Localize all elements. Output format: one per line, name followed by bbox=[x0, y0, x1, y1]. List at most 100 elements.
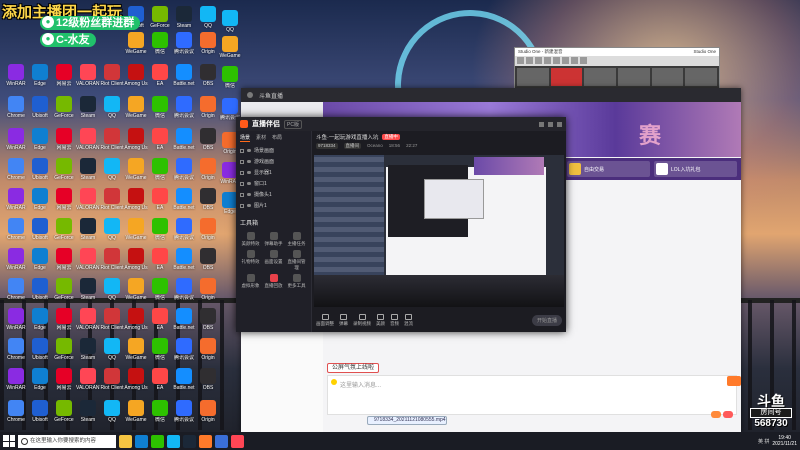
toolbox-item[interactable]: 弹幕助手 bbox=[263, 232, 284, 247]
gift-button[interactable] bbox=[723, 411, 733, 418]
desktop-icon[interactable]: 腾讯会议 bbox=[172, 338, 196, 361]
desktop-icon[interactable]: QQ bbox=[196, 6, 220, 29]
desktop-icon[interactable]: Battle.net bbox=[172, 188, 196, 211]
desktop-icon[interactable]: 微信 bbox=[148, 96, 172, 119]
taskbar-clock[interactable]: 19:40 2021/11/21 bbox=[772, 435, 797, 447]
valorant-icon[interactable] bbox=[231, 434, 244, 448]
room-title[interactable]: 斗鱼·一起玩游戏直播入坑 bbox=[316, 133, 378, 141]
mixer-channel[interactable] bbox=[517, 68, 549, 86]
desktop-icon[interactable]: Among Us bbox=[124, 308, 148, 331]
send-button[interactable] bbox=[711, 411, 721, 418]
toolbox-item[interactable]: 美颜特效 bbox=[240, 232, 261, 247]
control-button[interactable]: 音频 bbox=[390, 314, 399, 327]
desktop-icon[interactable]: 腾讯会议 bbox=[172, 32, 196, 55]
desktop-icon[interactable]: Origin bbox=[196, 338, 220, 361]
desktop-icon[interactable]: Origin bbox=[196, 32, 220, 55]
desktop-icon[interactable]: Battle.net bbox=[172, 248, 196, 271]
desktop-icon[interactable]: Ubisoft bbox=[28, 278, 52, 301]
tool-icon[interactable] bbox=[544, 57, 551, 64]
desktop-icon[interactable]: Steam bbox=[76, 96, 100, 119]
desktop-icon[interactable]: Ubisoft bbox=[28, 400, 52, 423]
desktop-icon[interactable]: WinRAR bbox=[4, 188, 28, 211]
scene-item[interactable]: 图片1 bbox=[236, 200, 311, 211]
desktop-icon[interactable]: Chrome bbox=[4, 96, 28, 119]
desktop-icon[interactable]: 腾讯会议 bbox=[172, 96, 196, 119]
scene-item[interactable]: 摄像头1 bbox=[236, 189, 311, 200]
tab-scene[interactable]: 场景 bbox=[240, 134, 251, 142]
desktop-icon[interactable]: GeForce bbox=[148, 6, 172, 29]
eye-icon[interactable] bbox=[247, 160, 251, 163]
control-button[interactable]: 美颜 bbox=[376, 314, 385, 327]
input-method-indicator[interactable]: 英 拼 bbox=[758, 438, 769, 445]
desktop-icon[interactable]: Origin bbox=[196, 278, 220, 301]
checkbox-icon[interactable] bbox=[240, 203, 244, 208]
desktop-icon[interactable]: VALORANT bbox=[76, 368, 100, 391]
desktop-icon[interactable]: Riot Client bbox=[100, 128, 124, 151]
desktop-icon[interactable]: EA bbox=[148, 308, 172, 331]
desktop-icon[interactable]: Ubisoft bbox=[28, 158, 52, 181]
scene-item[interactable]: 窗口1 bbox=[236, 178, 311, 189]
desktop-icon[interactable]: GeForce bbox=[52, 400, 76, 423]
control-button[interactable]: 画面调整 bbox=[316, 314, 334, 327]
desktop-icon[interactable]: GeForce bbox=[52, 278, 76, 301]
desktop-icon[interactable]: GeForce bbox=[52, 158, 76, 181]
desktop-icon[interactable]: Chrome bbox=[4, 158, 28, 181]
scene-item[interactable]: 显示器1 bbox=[236, 167, 311, 178]
desktop-icon[interactable]: 网易云 bbox=[52, 64, 76, 87]
desktop-icon[interactable]: Chrome bbox=[4, 338, 28, 361]
desktop-icon[interactable]: Riot Client bbox=[100, 248, 124, 271]
stream-app-titlebar[interactable]: 直播伴侣 PC版 bbox=[236, 117, 566, 131]
control-button[interactable]: 录制视频 bbox=[353, 314, 371, 327]
desktop-icon[interactable]: Steam bbox=[76, 338, 100, 361]
desktop-icon[interactable]: 网易云 bbox=[52, 128, 76, 151]
wechat-icon[interactable] bbox=[151, 434, 164, 448]
desktop-icon[interactable]: OBS bbox=[196, 248, 220, 271]
desktop-icon[interactable]: 微信 bbox=[148, 278, 172, 301]
checkbox-icon[interactable] bbox=[240, 159, 244, 164]
desktop-icon[interactable]: Chrome bbox=[4, 218, 28, 241]
desktop-icon[interactable]: Steam bbox=[76, 218, 100, 241]
desktop-icon[interactable]: VALORANT bbox=[76, 128, 100, 151]
checkbox-icon[interactable] bbox=[240, 170, 244, 175]
desktop-icon[interactable]: EA bbox=[148, 128, 172, 151]
file-explorer-icon[interactable] bbox=[119, 434, 132, 448]
desktop-icon[interactable]: Edge bbox=[28, 308, 52, 331]
desktop-icon[interactable]: Chrome bbox=[4, 278, 28, 301]
control-button[interactable]: 弹幕 bbox=[339, 314, 348, 327]
stream-app-window[interactable]: 直播伴侣 PC版 场景 素材 布局 场景画面 游戏画面 显示器1 窗口1 摄像头1 图片1… bbox=[236, 117, 566, 332]
emoji-icon[interactable] bbox=[331, 379, 337, 385]
tab-material[interactable]: 素材 bbox=[256, 134, 266, 142]
desktop-icon[interactable]: QQ bbox=[100, 96, 124, 119]
studio-one-titlebar[interactable]: Studio One - 新建混音 Studio One bbox=[515, 48, 719, 56]
desktop-icon[interactable]: Riot Client bbox=[100, 188, 124, 211]
qq-icon[interactable] bbox=[167, 434, 180, 448]
eye-icon[interactable] bbox=[247, 204, 251, 207]
desktop-icon[interactable]: Steam bbox=[76, 400, 100, 423]
desktop-icon[interactable]: OBS bbox=[196, 308, 220, 331]
tool-icon[interactable] bbox=[562, 57, 569, 64]
desktop-icon[interactable]: OBS bbox=[196, 188, 220, 211]
desktop-icon[interactable]: Riot Client bbox=[100, 368, 124, 391]
desktop-icon[interactable]: Edge bbox=[28, 368, 52, 391]
desktop-icon[interactable]: QQ bbox=[218, 10, 242, 33]
minimize-icon[interactable] bbox=[539, 121, 544, 127]
toolbox-item[interactable]: 虚拟形象 bbox=[240, 274, 261, 289]
desktop-icon[interactable]: Steam bbox=[172, 6, 196, 29]
toolbox-item[interactable]: 主播任务 bbox=[286, 232, 307, 247]
desktop-icon[interactable]: EA bbox=[148, 248, 172, 271]
desktop-icon[interactable]: WeGame bbox=[124, 32, 148, 55]
desktop-icon[interactable]: VALORANT bbox=[76, 64, 100, 87]
tool-icon[interactable] bbox=[580, 57, 587, 64]
desktop-icon[interactable]: Steam bbox=[76, 158, 100, 181]
mixer-channel-armed[interactable] bbox=[550, 68, 583, 86]
desktop-icon[interactable]: WeGame bbox=[218, 36, 242, 59]
checkbox-icon[interactable] bbox=[240, 192, 244, 197]
eye-icon[interactable] bbox=[247, 171, 251, 174]
browser-titlebar[interactable]: 斗鱼直播 bbox=[241, 88, 741, 102]
tool-icon[interactable] bbox=[553, 57, 560, 64]
stream-preview[interactable] bbox=[314, 155, 564, 307]
desktop-icon[interactable]: VALORANT bbox=[76, 248, 100, 271]
desktop-icon[interactable]: Among Us bbox=[124, 64, 148, 87]
desktop-icon[interactable]: Battle.net bbox=[172, 128, 196, 151]
desktop-icon[interactable]: Steam bbox=[76, 278, 100, 301]
